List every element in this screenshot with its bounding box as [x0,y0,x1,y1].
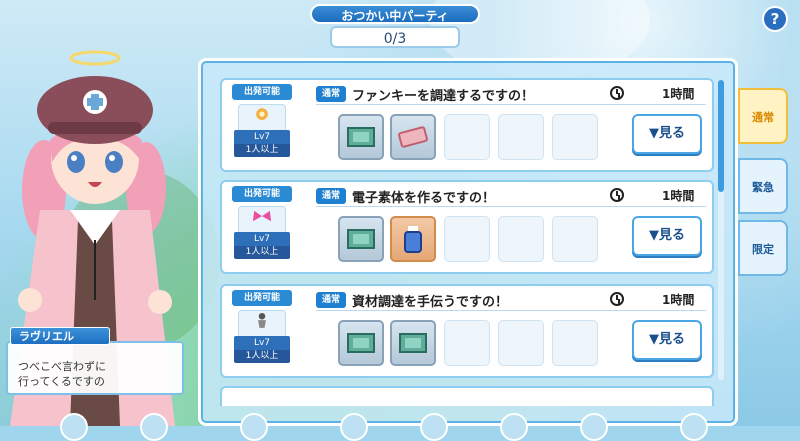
mission-title: 電子素体を作るですの！ [352,191,496,206]
reward-slot-empty [498,114,544,160]
bottom-menu-button[interactable] [500,413,528,441]
divider [316,310,706,311]
mission-card[interactable]: 出発可能 Lv7 1人以上 通常 ファンキーを調達するですの！ 1時間 ▼見る [220,78,714,172]
reward-slot[interactable] [390,320,436,366]
mission-card[interactable]: 出発可能 Lv7 1人以上 通常 電子素体を作るですの！ 1時間 ▼見る [220,180,714,274]
materials-icon [347,333,375,353]
dialogue-box: つべこべ言わずに 行ってくるですの ラヴリエル [6,327,184,397]
mission-duration: 1時間 [662,293,695,307]
help-button[interactable]: ? [762,6,788,32]
mission-card[interactable]: 出発可能 Lv7 1人以上 通常 資材調達を手伝うですの！ 1時間 ▼見る [220,284,714,378]
party-title: おつかい中パーティ [310,4,480,24]
divider [316,104,706,105]
mission-title: ファンキーを調達するですの！ [352,89,535,104]
reward-slot-empty [498,216,544,262]
bottom-menu-button[interactable] [60,413,88,441]
reward-slot-empty [552,114,598,160]
reward-slot[interactable] [390,216,436,262]
reward-slot-empty [444,320,490,366]
condition-label: 出発可能 [232,290,292,306]
reward-slot-empty [552,216,598,262]
dialogue-line-2: 行ってくるですの [18,375,105,388]
reward-slot-empty [444,114,490,160]
level-label: Lv7 [234,130,290,144]
materials-icon [399,333,427,353]
materials-icon [347,127,375,147]
mission-duration: 1時間 [662,189,695,203]
members-label: 1人以上 [234,246,290,259]
see-button[interactable]: ▼見る [632,320,702,360]
tab-normal[interactable]: 通常 [738,88,788,144]
mission-type: 通常 [316,292,346,308]
person-icon [258,312,266,328]
materials-icon [347,229,375,249]
party-status: おつかい中パーティ 0/3 [310,4,480,50]
bottle-icon [404,226,422,253]
tab-urgent[interactable]: 緊急 [738,158,788,214]
bottom-menu-button[interactable] [580,413,608,441]
bottom-menu-button[interactable] [420,413,448,441]
dialogue-text: つべこべ言わずに 行ってくるですの [6,341,184,395]
reward-slot[interactable] [390,114,436,160]
butterfly-icon [252,210,272,222]
reward-slot-empty [552,320,598,366]
ticket-icon [398,126,428,148]
reward-slot-empty [498,320,544,366]
bottom-menu-button[interactable] [680,413,708,441]
tab-limited[interactable]: 限定 [738,220,788,276]
reward-slot[interactable] [338,320,384,366]
mission-title: 資材調達を手伝うですの！ [352,295,509,310]
party-count: 0/3 [330,26,460,48]
bottom-menu-button[interactable] [240,413,268,441]
condition-label: 出発可能 [232,186,292,202]
scrollbar-thumb[interactable] [718,80,724,192]
clock-icon [610,86,624,100]
reward-slot[interactable] [338,114,384,160]
condition-label: 出発可能 [232,84,292,100]
mission-type: 通常 [316,86,346,102]
scrollbar[interactable] [718,80,724,380]
bottom-menu-button[interactable] [140,413,168,441]
level-label: Lv7 [234,336,290,350]
members-label: 1人以上 [234,350,290,363]
members-label: 1人以上 [234,144,290,157]
mission-card-partial[interactable] [220,386,714,406]
character-name: ラヴリエル [10,327,110,345]
see-button[interactable]: ▼見る [632,114,702,154]
mission-duration: 1時間 [662,87,695,101]
see-button[interactable]: ▼見る [632,216,702,256]
divider [316,206,706,207]
level-label: Lv7 [234,232,290,246]
dialogue-line-1: つべこべ言わずに [18,360,106,373]
reward-slot-empty [444,216,490,262]
bottom-bar [0,410,800,441]
bottom-menu-button[interactable] [340,413,368,441]
flower-icon [256,108,268,120]
clock-icon [610,292,624,306]
clock-icon [610,188,624,202]
mission-type: 通常 [316,188,346,204]
reward-slot[interactable] [338,216,384,262]
